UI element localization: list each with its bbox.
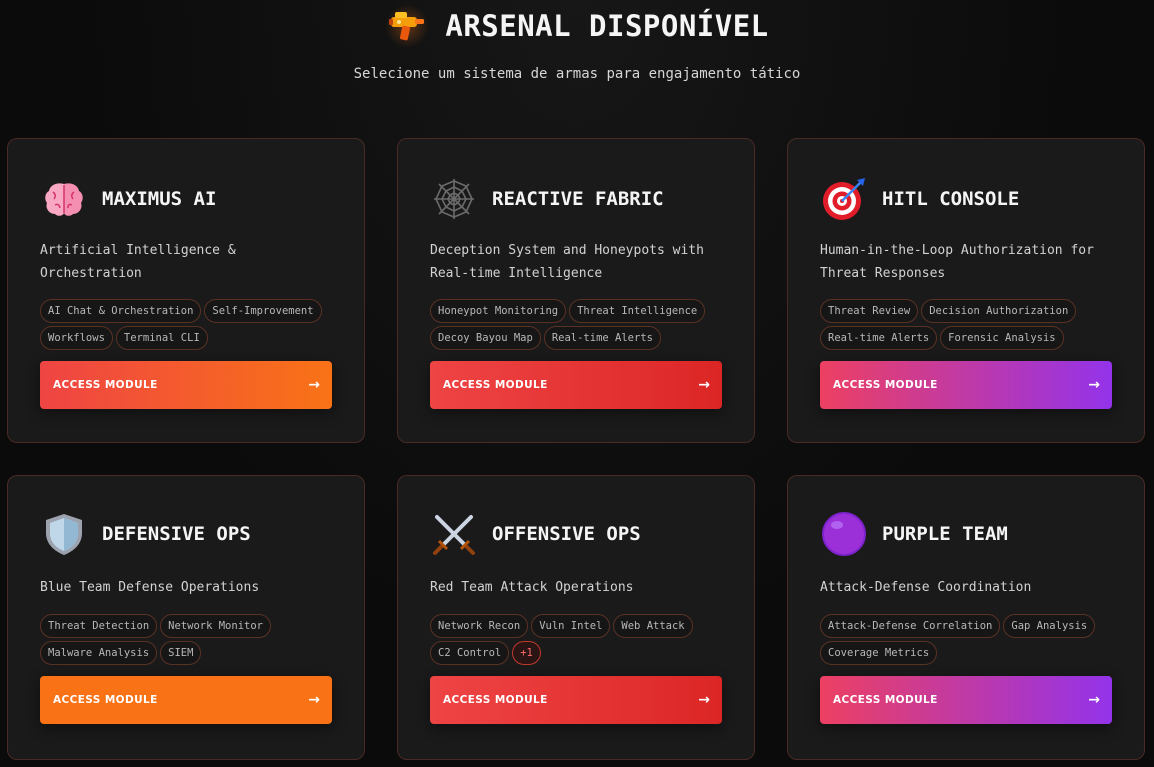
module-card-maximus-ai: MAXIMUS AI Artificial Intelligence & Orc…: [7, 138, 365, 443]
arrow-right-icon: →: [698, 377, 710, 393]
page-title: ARSENAL DISPONÍVEL: [445, 9, 769, 43]
tag: Threat Review: [820, 299, 919, 323]
arrow-right-icon: →: [1088, 692, 1100, 708]
tag: Malware Analysis: [40, 641, 158, 665]
tag: Workflows: [40, 326, 113, 350]
button-label: ACCESS MODULE: [53, 694, 158, 706]
tag: Network Recon: [430, 614, 529, 638]
access-module-button[interactable]: ACCESS MODULE →: [40, 676, 332, 724]
card-title: DEFENSIVE OPS: [102, 523, 251, 545]
button-label: ACCESS MODULE: [443, 694, 548, 706]
card-title: MAXIMUS AI: [102, 188, 217, 210]
module-card-purple-team: PURPLE TEAM Attack-Defense Coordination …: [787, 475, 1145, 760]
card-header: HITL CONSOLE: [820, 175, 1019, 223]
page-subtitle: Selecione um sistema de armas para engaj…: [353, 66, 801, 82]
target-icon: [820, 175, 868, 223]
title-row: ARSENAL DISPONÍVEL: [0, 4, 1154, 48]
arrow-right-icon: →: [308, 377, 320, 393]
arrow-right-icon: →: [1088, 377, 1100, 393]
tag: Web Attack: [613, 614, 693, 638]
tag: Threat Detection: [40, 614, 158, 638]
card-description: Artificial Intelligence & Orchestration: [40, 243, 236, 281]
tag: Decision Authorization: [921, 299, 1077, 323]
purple-circle-icon: [820, 510, 868, 558]
tag-list: Threat Detection Network Monitor Malware…: [40, 614, 340, 665]
card-description: Deception System and Honeypots with Real…: [430, 243, 704, 281]
tag: C2 Control: [430, 641, 510, 665]
tag: Honeypot Monitoring: [430, 299, 567, 323]
tag: Real-time Alerts: [543, 326, 661, 350]
tag: SIEM: [160, 641, 202, 665]
access-module-button[interactable]: ACCESS MODULE →: [40, 361, 332, 409]
card-description: Red Team Attack Operations: [430, 580, 634, 595]
tag-list: Threat Review Decision Authorization Rea…: [820, 299, 1120, 350]
button-label: ACCESS MODULE: [443, 379, 548, 391]
access-module-button[interactable]: ACCESS MODULE →: [430, 676, 722, 724]
module-card-offensive-ops: OFFENSIVE OPS Red Team Attack Operations…: [397, 475, 755, 760]
card-header: OFFENSIVE OPS: [430, 510, 641, 558]
card-title: PURPLE TEAM: [882, 523, 1008, 545]
module-card-defensive-ops: DEFENSIVE OPS Blue Team Defense Operatio…: [7, 475, 365, 760]
card-title: REACTIVE FABRIC: [492, 188, 664, 210]
tag: Threat Intelligence: [569, 299, 706, 323]
tag: Terminal CLI: [115, 326, 208, 350]
module-card-hitl-console: HITL CONSOLE Human-in-the-Loop Authoriza…: [787, 138, 1145, 443]
card-header: PURPLE TEAM: [820, 510, 1008, 558]
shield-icon: [40, 510, 88, 558]
water-gun-icon: [385, 4, 430, 48]
access-module-button[interactable]: ACCESS MODULE →: [430, 361, 722, 409]
tag-list: Honeypot Monitoring Threat Intelligence …: [430, 299, 730, 350]
tag: Vuln Intel: [531, 614, 611, 638]
tag: Network Monitor: [160, 614, 271, 638]
card-header: MAXIMUS AI: [40, 175, 216, 223]
module-card-reactive-fabric: REACTIVE FABRIC Deception System and Hon…: [397, 138, 755, 443]
tag: Coverage Metrics: [820, 641, 938, 665]
card-title: OFFENSIVE OPS: [492, 523, 641, 545]
access-module-button[interactable]: ACCESS MODULE →: [820, 676, 1112, 724]
more-tags-badge[interactable]: +1: [512, 641, 541, 665]
page-header: ARSENAL DISPONÍVEL Selecione um sistema …: [0, 0, 1154, 100]
spider-web-icon: [430, 175, 478, 223]
tag: Self-Improvement: [204, 299, 322, 323]
button-label: ACCESS MODULE: [833, 379, 938, 391]
crossed-swords-icon: [430, 510, 478, 558]
tag: Real-time Alerts: [820, 326, 938, 350]
button-label: ACCESS MODULE: [53, 379, 158, 391]
tag: Decoy Bayou Map: [430, 326, 541, 350]
tag: Gap Analysis: [1003, 614, 1096, 638]
button-label: ACCESS MODULE: [833, 694, 938, 706]
tag: AI Chat & Orchestration: [40, 299, 202, 323]
arrow-right-icon: →: [698, 692, 710, 708]
card-title: HITL CONSOLE: [882, 188, 1020, 210]
card-description: Blue Team Defense Operations: [40, 580, 260, 595]
card-description: Attack-Defense Coordination: [820, 580, 1032, 595]
tag-list: AI Chat & Orchestration Self-Improvement…: [40, 299, 340, 350]
tag-list: Attack-Defense Correlation Gap Analysis …: [820, 614, 1120, 665]
tag: Attack-Defense Correlation: [820, 614, 1001, 638]
tag: Forensic Analysis: [940, 326, 1064, 350]
tag-list: Network Recon Vuln Intel Web Attack C2 C…: [430, 614, 730, 665]
card-header: REACTIVE FABRIC: [430, 175, 664, 223]
card-header: DEFENSIVE OPS: [40, 510, 251, 558]
arrow-right-icon: →: [308, 692, 320, 708]
access-module-button[interactable]: ACCESS MODULE →: [820, 361, 1112, 409]
card-description: Human-in-the-Loop Authorization for Thre…: [820, 243, 1094, 281]
brain-icon: [40, 175, 88, 223]
